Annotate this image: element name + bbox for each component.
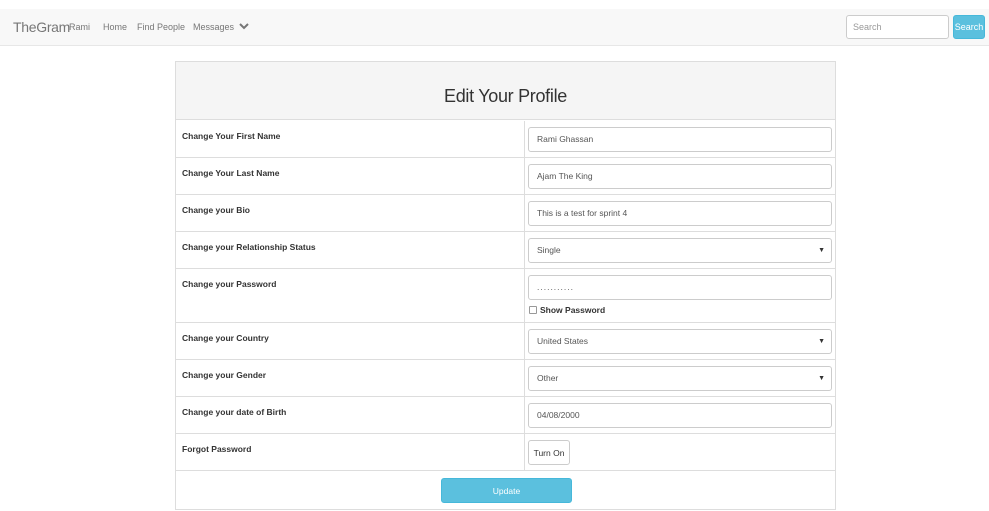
- row-divider: [524, 195, 525, 231]
- relationship-label: Change your Relationship Status: [182, 242, 316, 252]
- password-label: Change your Password: [182, 279, 277, 289]
- page-title: Edit Your Profile: [444, 86, 567, 106]
- caret-down-icon: ▼: [818, 247, 825, 254]
- form-row-country: Change your Country United States ▼: [176, 323, 835, 360]
- country-value: United States: [537, 336, 589, 346]
- nav-link-messages[interactable]: Messages: [193, 22, 234, 32]
- gender-select[interactable]: Other ▼: [528, 366, 832, 391]
- bio-label: Change your Bio: [182, 205, 251, 215]
- edit-profile-panel: Edit Your Profile Change Your First Name…: [175, 61, 836, 510]
- turn-on-button[interactable]: Turn On: [528, 440, 570, 465]
- relationship-value: Single: [537, 245, 561, 255]
- first-name-field[interactable]: Rami Ghassan: [528, 127, 832, 152]
- form-row-last-name: Change Your Last Name Ajam The King: [176, 158, 835, 195]
- first-name-label: Change Your First Name: [182, 131, 281, 141]
- row-divider: [524, 360, 525, 396]
- nav-link-rami[interactable]: Rami: [69, 22, 90, 32]
- brand-logo[interactable]: TheGram: [13, 19, 70, 35]
- gender-label: Change your Gender: [182, 370, 267, 380]
- form-row-first-name: Change Your First Name Rami Ghassan: [176, 121, 835, 158]
- password-field[interactable]: ...........: [528, 275, 832, 300]
- last-name-field[interactable]: Ajam The King: [528, 164, 832, 189]
- search-input[interactable]: [846, 15, 949, 39]
- row-divider: [524, 397, 525, 433]
- relationship-select[interactable]: Single ▼: [528, 238, 832, 263]
- country-select[interactable]: United States ▼: [528, 329, 832, 354]
- row-divider: [524, 158, 525, 194]
- show-password-toggle[interactable]: Show Password: [529, 305, 605, 315]
- bio-field[interactable]: This is a test for sprint 4: [528, 201, 832, 226]
- dob-label: Change your date of Birth: [182, 407, 287, 417]
- caret-down-icon: ▼: [818, 338, 825, 345]
- form-row-relationship: Change your Relationship Status Single ▼: [176, 232, 835, 269]
- caret-down-icon: ▼: [818, 375, 825, 382]
- form-row-forgot-password: Forgot Password Turn On: [176, 434, 835, 471]
- row-divider: [524, 323, 525, 359]
- row-divider: [524, 121, 525, 157]
- form-row-password: Change your Password ........... Show Pa…: [176, 269, 835, 323]
- chevron-down-icon[interactable]: [237, 20, 251, 34]
- nav-link-home[interactable]: Home: [103, 22, 127, 32]
- gender-value: Other: [537, 373, 559, 383]
- show-password-label: Show Password: [540, 305, 606, 315]
- dob-field[interactable]: 04/08/2000: [528, 403, 832, 428]
- forgot-password-label: Forgot Password: [182, 444, 252, 454]
- form-row-dob: Change your date of Birth 04/08/2000: [176, 397, 835, 434]
- row-divider: [524, 269, 525, 322]
- row-divider: [524, 434, 525, 470]
- form-row-submit: Update: [176, 471, 835, 509]
- update-button[interactable]: Update: [441, 478, 572, 503]
- panel-heading: Edit Your Profile: [176, 62, 835, 120]
- nav-link-find-people[interactable]: Find People: [137, 22, 185, 32]
- row-divider: [524, 232, 525, 268]
- last-name-label: Change Your Last Name: [182, 168, 280, 178]
- country-label: Change your Country: [182, 333, 269, 343]
- navbar: TheGram Rami Home Find People Messages S…: [0, 9, 989, 46]
- form-row-gender: Change your Gender Other ▼: [176, 360, 835, 397]
- search-button[interactable]: Search: [953, 15, 985, 39]
- form-row-bio: Change your Bio This is a test for sprin…: [176, 195, 835, 232]
- show-password-checkbox[interactable]: [529, 306, 537, 314]
